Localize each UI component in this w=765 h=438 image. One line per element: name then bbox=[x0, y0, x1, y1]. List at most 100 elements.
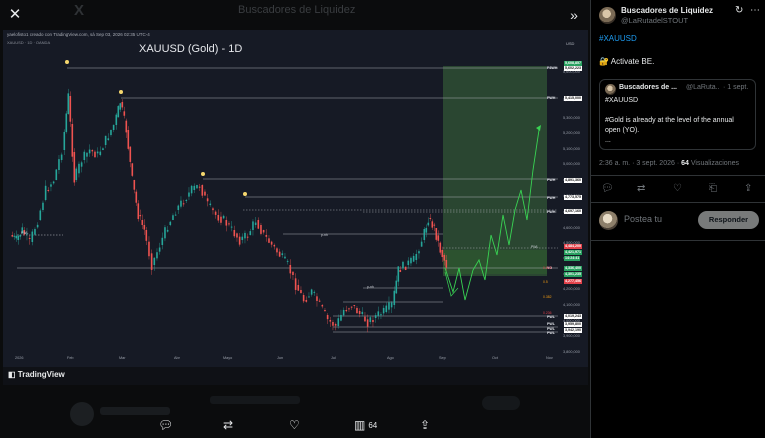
candle-body bbox=[358, 311, 361, 314]
candle-body bbox=[410, 257, 412, 264]
candle-body bbox=[67, 93, 70, 114]
candle-body bbox=[96, 151, 99, 154]
candle-body bbox=[236, 233, 238, 238]
candle-body bbox=[102, 148, 104, 150]
candle-body bbox=[423, 228, 426, 240]
candle-body bbox=[276, 248, 278, 253]
price-axis-label: 5,100,000 bbox=[563, 147, 580, 151]
candle-body bbox=[380, 314, 382, 316]
candle-body bbox=[254, 222, 257, 225]
retweet-button[interactable]: ⇄ bbox=[223, 416, 233, 434]
share-icon[interactable]: ⇪ bbox=[744, 183, 752, 194]
candle-body bbox=[123, 111, 126, 116]
candle-body bbox=[121, 102, 124, 108]
candle-body bbox=[119, 103, 122, 110]
candle-body bbox=[334, 324, 337, 326]
candle-body bbox=[55, 169, 58, 180]
candle-body bbox=[337, 318, 340, 326]
more-options-icon[interactable]: ⋯ bbox=[750, 5, 760, 16]
candle-body bbox=[377, 311, 380, 316]
divider bbox=[591, 240, 765, 241]
candle-body bbox=[244, 232, 246, 239]
candle-body bbox=[94, 151, 96, 158]
collapse-panel-button[interactable]: » bbox=[563, 4, 585, 26]
candle-body bbox=[353, 305, 356, 306]
candle-body bbox=[127, 130, 130, 149]
bookmark-icon[interactable]: ⎗ bbox=[709, 183, 717, 194]
price-tag: 4,421,971 bbox=[564, 250, 582, 255]
quoted-avatar bbox=[605, 84, 616, 95]
price-tag: 4,301,235 bbox=[564, 272, 582, 277]
candle-body bbox=[284, 256, 286, 259]
candle-body bbox=[326, 315, 329, 320]
author-name[interactable]: Buscadores de Liquidez bbox=[621, 6, 713, 15]
price-tag: 4,484,200 bbox=[564, 244, 582, 249]
price-tag: 4,773,575 bbox=[564, 195, 582, 200]
level-label: PWL bbox=[531, 245, 539, 249]
price-tag: 4,336,400 bbox=[564, 266, 582, 271]
candle-body bbox=[11, 235, 14, 237]
chart-image[interactable]: yaelofisto1 creado con TradingView.com, … bbox=[3, 30, 588, 385]
candle-body bbox=[112, 124, 115, 130]
candle-body bbox=[156, 252, 158, 259]
candle-body bbox=[310, 289, 313, 295]
candle-body bbox=[356, 308, 358, 314]
like-button[interactable]: ♡ bbox=[289, 416, 300, 434]
quoted-author-handle: @LaRuta... bbox=[686, 84, 720, 91]
fib-label: 0.618 bbox=[543, 266, 552, 270]
candle-body bbox=[196, 184, 198, 189]
candle-body bbox=[91, 150, 94, 152]
candle-body bbox=[201, 185, 204, 196]
reply-submit-button[interactable]: Responder bbox=[698, 211, 759, 229]
grok-icon[interactable]: ↻ bbox=[735, 5, 743, 16]
close-button[interactable]: ✕ bbox=[4, 4, 26, 26]
candle-body bbox=[34, 229, 36, 235]
candle-body bbox=[58, 159, 60, 170]
chart-title: XAUUSD (Gold) - 1D bbox=[139, 43, 243, 55]
candle-body bbox=[366, 319, 369, 327]
reply-button[interactable]: 💬︎ bbox=[158, 416, 173, 434]
candle-body bbox=[193, 185, 196, 190]
candle-body bbox=[318, 300, 321, 302]
media-viewer: X Buscadores de Liquidez ✕ » yaelofisto1… bbox=[0, 0, 590, 438]
lightbulb-icon bbox=[119, 90, 123, 94]
retweet-icon[interactable]: ⇄ bbox=[637, 183, 645, 194]
time-axis-label: Mayo bbox=[223, 356, 233, 360]
currency-label: USD bbox=[566, 41, 575, 46]
quoted-tweet[interactable]: Buscadores de ... @LaRuta... · 1 sept. #… bbox=[599, 79, 756, 150]
share-button[interactable]: ⇪ bbox=[420, 416, 430, 434]
reply-icon[interactable]: 💬︎ bbox=[601, 183, 614, 194]
candle-body bbox=[110, 129, 112, 135]
candle-body bbox=[361, 311, 364, 314]
heart-icon[interactable]: ♡ bbox=[673, 183, 682, 194]
price-axis-label: 4,600,000 bbox=[563, 226, 580, 230]
candle-body bbox=[382, 307, 385, 314]
candle-body bbox=[297, 285, 300, 291]
candle-body bbox=[137, 203, 140, 220]
candle-body bbox=[238, 236, 241, 245]
reply-input[interactable]: Postea tu bbox=[624, 214, 662, 224]
candle-body bbox=[395, 280, 398, 294]
fib-label: 0.5 bbox=[543, 280, 548, 284]
level-side-label: PWH bbox=[547, 210, 556, 214]
quoted-text-line: #XAUUSD bbox=[605, 97, 639, 104]
x-logo-ghost: X bbox=[74, 2, 85, 19]
candle-body bbox=[78, 163, 80, 174]
candle-body bbox=[273, 245, 276, 247]
divider bbox=[591, 175, 765, 176]
price-tag: 3,959,800 bbox=[564, 322, 582, 327]
time-axis-label: Feb bbox=[67, 356, 74, 360]
quoted-text-line: open (YO). bbox=[605, 127, 640, 134]
candle-body bbox=[225, 220, 228, 226]
candle-body bbox=[435, 228, 438, 240]
candle-body bbox=[302, 295, 305, 302]
views-button[interactable]: ▥ 64 bbox=[354, 416, 377, 434]
price-axis-label: 4,200,000 bbox=[563, 287, 580, 291]
avatar[interactable] bbox=[599, 7, 616, 24]
candle-body bbox=[289, 265, 292, 274]
candle-body bbox=[17, 235, 20, 240]
hashtag-link[interactable]: #XAUUSD bbox=[599, 34, 637, 43]
time-axis-label: Mar bbox=[119, 356, 126, 360]
price-tag: 3,942,190 bbox=[564, 328, 582, 333]
author-handle[interactable]: @LaRutadelSTOUT bbox=[621, 16, 688, 25]
